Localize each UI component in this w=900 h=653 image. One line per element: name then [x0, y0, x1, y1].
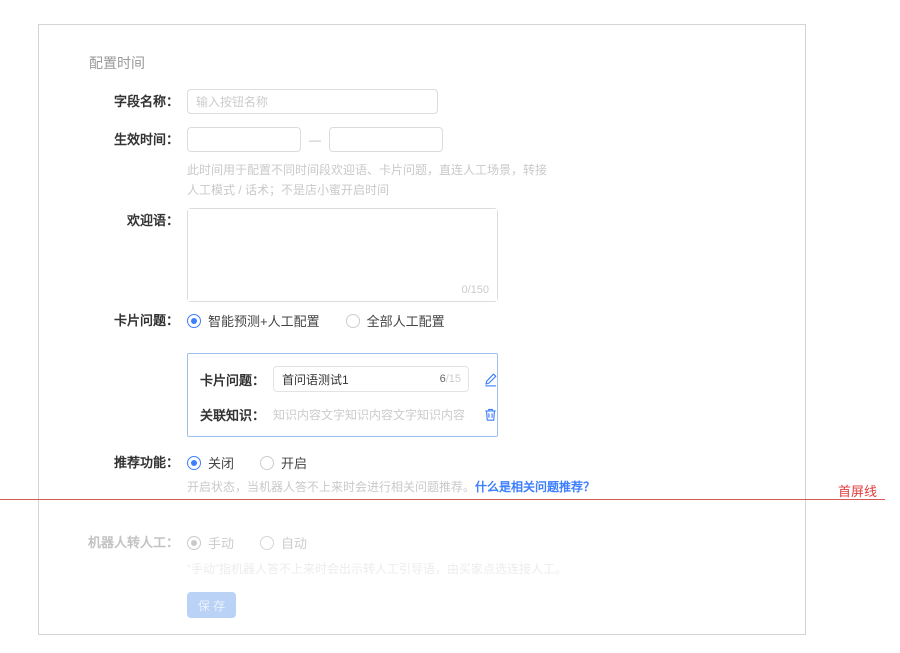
welcome-label: 欢迎语：	[39, 208, 187, 230]
box-knowledge-placeholder: 知识内容文字知识内容文字知识内容	[273, 406, 469, 423]
save-button[interactable]: 保 存	[187, 592, 236, 618]
first-screen-line	[0, 499, 885, 500]
recommend-off-radio[interactable]	[187, 456, 201, 470]
effective-time-label: 生效时间：	[39, 131, 187, 149]
card-knowledge-row: 关联知识： 知识内容文字知识内容文字知识内容	[200, 405, 485, 424]
effective-time-help-line1: 此时间用于配置不同时间段欢迎语、卡片问题，直连人工场景，转接	[187, 160, 805, 180]
transfer-auto-option: 自动	[281, 533, 307, 552]
card-question-box-row: 卡片问题： 6/15 关联知识： 知识内容文字知识内容文字知识内容	[187, 353, 805, 437]
time-start-input[interactable]	[187, 127, 301, 152]
section-title: 配置时间	[89, 53, 805, 73]
save-row: 保 存	[187, 592, 805, 618]
card-question-input-row: 卡片问题： 6/15	[200, 366, 485, 392]
transfer-help: “手动”指机器人答不上来时会出示转人工引导语，由买家点选连接人工。	[187, 559, 805, 579]
card-question-box: 卡片问题： 6/15 关联知识： 知识内容文字知识内容文字知识内容	[187, 353, 498, 437]
recommend-row: 推荐功能： 关闭 开启	[39, 453, 805, 472]
recommend-help: 开启状态，当机器人答不上来时会进行相关问题推荐。什么是相关问题推荐？	[187, 477, 805, 497]
field-name-label: 字段名称：	[39, 93, 187, 111]
box-question-input-wrap: 6/15	[273, 366, 469, 392]
recommend-help-text: 开启状态，当机器人答不上来时会进行相关问题推荐。	[187, 480, 475, 494]
transfer-manual-radio	[187, 536, 201, 550]
field-name-input[interactable]	[187, 89, 438, 114]
time-range-separator: —	[309, 133, 321, 147]
card-question-smart-option[interactable]: 智能预测+人工配置	[208, 311, 320, 330]
recommend-off-option[interactable]: 关闭	[208, 453, 234, 472]
card-question-manual-option[interactable]: 全部人工配置	[367, 311, 445, 330]
time-end-input[interactable]	[329, 127, 443, 152]
transfer-manual-option: 手动	[208, 533, 234, 552]
box-question-label: 卡片问题：	[200, 370, 265, 389]
effective-time-help-line2: 人工模式 / 话术；不是店小蜜开启时间	[187, 180, 805, 200]
box-question-counter: 6/15	[440, 373, 461, 385]
welcome-row: 欢迎语： 0/150	[39, 208, 805, 302]
effective-time-row: 生效时间： —	[39, 127, 805, 152]
first-screen-line-label: 首屏线	[838, 481, 877, 500]
effective-time-help: 此时间用于配置不同时间段欢迎语、卡片问题，直连人工场景，转接 人工模式 / 话术…	[187, 160, 805, 200]
recommend-help-link[interactable]: 什么是相关问题推荐？	[475, 480, 595, 494]
box-question-counter-max: /15	[446, 373, 461, 385]
card-question-smart-radio[interactable]	[187, 314, 201, 328]
card-question-manual-radio[interactable]	[346, 314, 360, 328]
recommend-on-option[interactable]: 开启	[281, 453, 307, 472]
transfer-auto-radio	[260, 536, 274, 550]
recommend-label: 推荐功能：	[39, 454, 187, 472]
welcome-counter: 0/150	[461, 284, 489, 296]
transfer-section: 机器人转人工： 手动 自动 “手动”指机器人答不上来时会出示转人工引导语，由买家…	[39, 533, 805, 618]
card-question-row: 卡片问题： 智能预测+人工配置 全部人工配置	[39, 311, 805, 330]
delete-icon[interactable]	[483, 407, 498, 422]
transfer-row: 机器人转人工： 手动 自动	[39, 533, 805, 552]
config-panel: 配置时间 字段名称： 生效时间： — 此时间用于配置不同时间段欢迎语、卡片问题，…	[38, 24, 806, 635]
card-question-label: 卡片问题：	[39, 312, 187, 330]
welcome-textarea[interactable]	[188, 209, 497, 301]
box-knowledge-label: 关联知识：	[200, 405, 265, 424]
welcome-textarea-wrap: 0/150	[187, 208, 498, 302]
transfer-label: 机器人转人工：	[39, 534, 187, 552]
field-name-row: 字段名称：	[39, 89, 805, 114]
recommend-on-radio[interactable]	[260, 456, 274, 470]
edit-icon[interactable]	[483, 372, 498, 387]
